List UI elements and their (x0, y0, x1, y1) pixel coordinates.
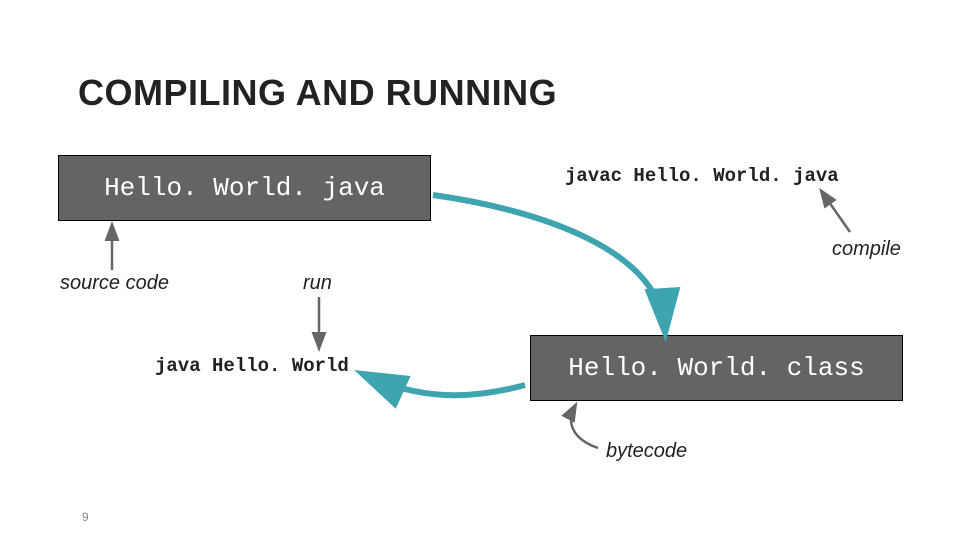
label-compile: compile (832, 238, 901, 261)
arrow-bytecode (571, 406, 598, 448)
label-bytecode: bytecode (606, 440, 687, 463)
slide-title: COMPILING AND RUNNING (78, 72, 557, 114)
page-number: 9 (82, 510, 89, 524)
run-command: java Hello. World (155, 355, 349, 377)
class-file-text: Hello. World. class (568, 353, 864, 383)
label-source-code: source code (60, 272, 169, 295)
arrow-compile-label (822, 192, 850, 232)
class-file-box: Hello. World. class (530, 335, 903, 401)
compile-command: javac Hello. World. java (565, 165, 839, 187)
arrow-run-curve (365, 375, 525, 395)
arrow-compile-curve (433, 195, 665, 330)
label-run: run (303, 272, 332, 295)
source-file-box: Hello. World. java (58, 155, 431, 221)
source-file-text: Hello. World. java (104, 173, 385, 203)
